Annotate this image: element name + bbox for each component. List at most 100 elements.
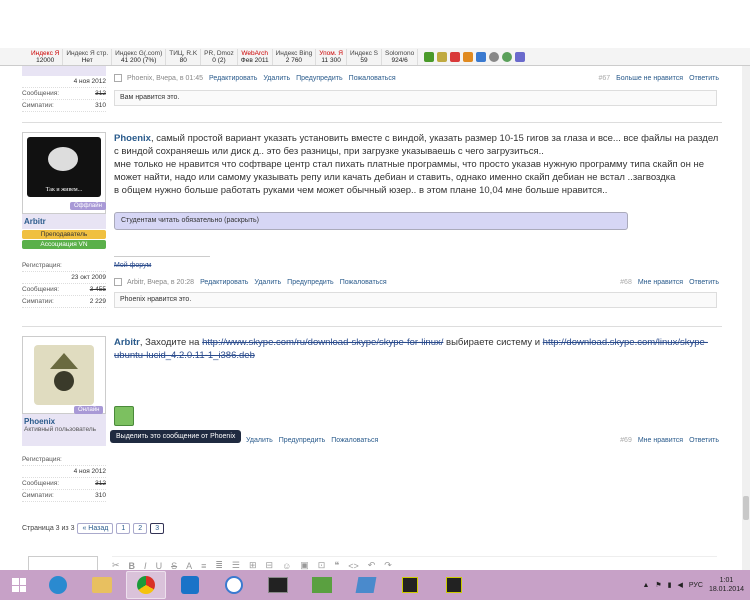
like-link[interactable]: Мне нравится bbox=[638, 437, 683, 444]
chevron-up-icon[interactable]: ▲ bbox=[642, 582, 649, 589]
delete-link[interactable]: Удалить bbox=[246, 437, 273, 444]
smiley-icon bbox=[114, 406, 134, 426]
underline-button[interactable]: U bbox=[156, 561, 163, 571]
warn-link[interactable]: Предупредить bbox=[296, 75, 343, 82]
chrome-icon[interactable] bbox=[126, 571, 166, 599]
scroll-thumb[interactable] bbox=[743, 496, 749, 520]
ie-icon[interactable] bbox=[38, 571, 78, 599]
seo-item[interactable]: ТИЦ, R.K 80 bbox=[166, 48, 202, 65]
signature-link[interactable]: Мой форум bbox=[114, 262, 151, 269]
pen-tool-icon[interactable] bbox=[390, 571, 430, 599]
spoiler-label[interactable]: Студентам читать обязательно (раскрыть) bbox=[121, 217, 259, 224]
edit-link[interactable]: Редактировать bbox=[200, 279, 248, 286]
username[interactable]: Arbitr bbox=[24, 217, 104, 226]
outdent-icon[interactable]: ⊟ bbox=[266, 560, 274, 570]
browser-top-area bbox=[0, 0, 750, 48]
edit-link[interactable]: Редактировать bbox=[209, 75, 257, 82]
seo-item[interactable]: Индекс G(.com) 41 200 (7%) bbox=[112, 48, 167, 65]
explorer-icon[interactable] bbox=[82, 571, 122, 599]
undo-icon[interactable]: ↶ bbox=[368, 560, 376, 570]
avatar[interactable] bbox=[22, 336, 106, 414]
flag-icon[interactable]: ⚑ bbox=[655, 581, 661, 589]
post-number[interactable]: #68 bbox=[620, 279, 632, 286]
quoted-author[interactable]: Phoenix bbox=[114, 133, 151, 144]
green-icon[interactable] bbox=[424, 51, 435, 62]
highlight-tooltip[interactable]: Выделить это сообщение от Phoenix bbox=[110, 430, 242, 443]
seo-item[interactable]: Индекс Я стр. Нет bbox=[63, 48, 113, 65]
seo-item[interactable]: Индекс S 59 bbox=[347, 48, 382, 65]
grid-icon[interactable] bbox=[437, 51, 448, 62]
windows-start-icon[interactable] bbox=[4, 571, 34, 599]
avatar-logo-icon bbox=[48, 147, 78, 171]
seo-item[interactable]: PR, Dmoz 0 (2) bbox=[201, 48, 238, 65]
page-3-button[interactable]: 3 bbox=[150, 523, 165, 534]
strike-button[interactable]: S bbox=[171, 561, 177, 571]
post-number[interactable]: #69 bbox=[620, 437, 632, 444]
page-2-button[interactable]: 2 bbox=[133, 523, 148, 534]
message-text: , самый простой вариант указать установи… bbox=[114, 133, 719, 157]
font-color-button[interactable]: A bbox=[186, 561, 192, 571]
pen-tool-icon-2[interactable] bbox=[434, 571, 474, 599]
page-1-button[interactable]: 1 bbox=[116, 523, 131, 534]
stats-icon[interactable] bbox=[450, 51, 461, 62]
seo-item[interactable]: WebArch Фев 2011 bbox=[238, 48, 273, 65]
list-icon[interactable]: ☰ bbox=[232, 560, 240, 570]
volume-icon[interactable]: ◀ bbox=[678, 581, 683, 589]
reply-link[interactable]: Ответить bbox=[689, 75, 719, 82]
post68-messages-row: Сообщения: 3 455 bbox=[22, 284, 106, 296]
delete-link[interactable]: Удалить bbox=[263, 75, 290, 82]
warn-link[interactable]: Предупредить bbox=[279, 437, 326, 444]
smiley-button[interactable]: ☺ bbox=[282, 561, 291, 571]
likes-count: 2 229 bbox=[89, 298, 106, 305]
refresh-icon[interactable] bbox=[502, 51, 513, 62]
reply-link[interactable]: Ответить bbox=[689, 279, 719, 286]
reply-link[interactable]: Ответить bbox=[689, 437, 719, 444]
bold-button[interactable]: B bbox=[129, 561, 136, 571]
report-link[interactable]: Пожаловаться bbox=[340, 279, 387, 286]
cut-icon[interactable]: ✂ bbox=[112, 560, 120, 570]
page-scrollbar[interactable] bbox=[742, 66, 750, 570]
gear-icon[interactable] bbox=[489, 51, 500, 62]
italic-button[interactable]: I bbox=[144, 561, 147, 571]
warn-link[interactable]: Предупредить bbox=[287, 279, 334, 286]
select-checkbox[interactable] bbox=[114, 278, 122, 286]
post67-footer: Phoenix, Вчера, в 01:45 Редактировать Уд… bbox=[114, 72, 719, 84]
seo-item-value: 924/6 bbox=[391, 56, 408, 64]
report-link[interactable]: Пожаловаться bbox=[331, 437, 378, 444]
align-left-icon[interactable]: ≡ bbox=[201, 561, 206, 571]
code-icon[interactable]: <> bbox=[348, 561, 359, 571]
indent-icon[interactable]: ⊞ bbox=[249, 560, 257, 570]
language-indicator[interactable]: РУС bbox=[689, 582, 703, 589]
seo-item[interactable]: Индекс Я 12000 bbox=[28, 48, 64, 65]
seo-item[interactable]: Индекс Bing 2 760 bbox=[273, 48, 317, 65]
redo-icon[interactable]: ↷ bbox=[384, 560, 392, 570]
post67-likes-summary: Вам нравится это. bbox=[114, 90, 717, 106]
d-app-icon[interactable] bbox=[214, 571, 254, 599]
clock[interactable]: 1:01 18.01.2014 bbox=[709, 576, 744, 594]
seo-item[interactable]: Solomono 924/6 bbox=[382, 48, 419, 65]
link-icon[interactable] bbox=[515, 51, 526, 62]
game-icon[interactable] bbox=[302, 571, 342, 599]
maxthon-icon[interactable] bbox=[170, 571, 210, 599]
prev-page-button[interactable]: « Назад bbox=[77, 523, 114, 534]
quoted-author[interactable]: Arbitr bbox=[114, 337, 140, 348]
clock-icon[interactable] bbox=[463, 51, 474, 62]
unlike-link[interactable]: Больше не нравится bbox=[616, 75, 683, 82]
terminal-icon[interactable] bbox=[258, 571, 298, 599]
plus-icon[interactable] bbox=[476, 51, 487, 62]
seo-item[interactable]: Упом. Я 11 300 bbox=[316, 48, 347, 65]
quote-icon[interactable]: ❝ bbox=[334, 560, 339, 570]
notebook-icon[interactable] bbox=[346, 571, 386, 599]
delete-link[interactable]: Удалить bbox=[254, 279, 281, 286]
network-icon[interactable]: ▮ bbox=[668, 581, 672, 589]
align-center-icon[interactable]: ≣ bbox=[215, 560, 223, 570]
like-link[interactable]: Мне нравится bbox=[638, 279, 683, 286]
report-link[interactable]: Пожаловаться bbox=[349, 75, 396, 82]
post-number[interactable]: #67 bbox=[598, 75, 610, 82]
select-checkbox[interactable] bbox=[114, 74, 122, 82]
username[interactable]: Phoenix bbox=[24, 417, 104, 426]
media-icon[interactable]: ⊡ bbox=[318, 560, 326, 570]
image-icon[interactable]: ▣ bbox=[300, 560, 309, 570]
skype-link[interactable]: http://www.skype.com/ru/download-skype/s… bbox=[202, 337, 443, 348]
spoiler-box[interactable]: Студентам читать обязательно (раскрыть) bbox=[114, 212, 628, 230]
